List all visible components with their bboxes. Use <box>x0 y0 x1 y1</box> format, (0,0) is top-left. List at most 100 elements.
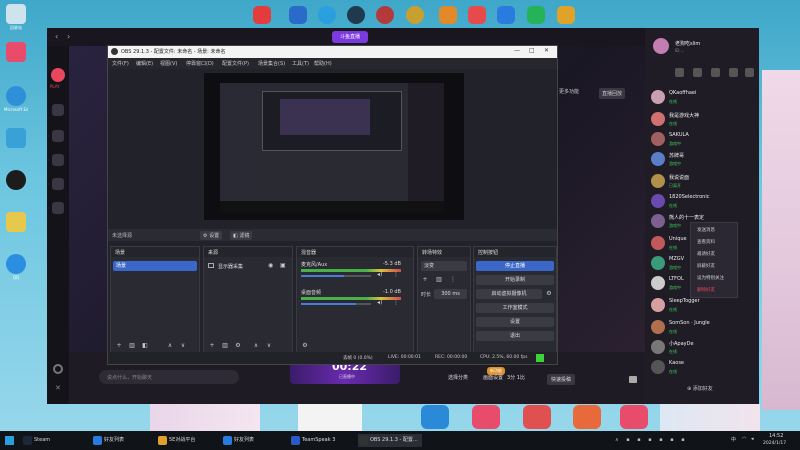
move-up-icon[interactable]: ∧ <box>166 342 174 350</box>
friend-list-item[interactable]: SomSon · Jungle 在线 <box>651 318 755 338</box>
app-icon[interactable] <box>376 6 394 24</box>
dock-app-icon[interactable] <box>573 405 601 429</box>
transition-select[interactable]: 淡变 <box>421 261 467 271</box>
source-filter-button[interactable]: ◧ 滤镜 <box>230 231 253 240</box>
move-down-icon[interactable]: ∨ <box>179 342 187 350</box>
obs-menu-item[interactable]: 编辑(E) <box>136 60 153 67</box>
app-icon[interactable] <box>557 6 575 24</box>
quick-post-button[interactable]: 快速投稿 <box>547 374 576 385</box>
taskbar-item[interactable]: Steam <box>22 434 50 447</box>
sidebar-nav-icon[interactable] <box>52 154 64 166</box>
move-down-icon[interactable]: ∨ <box>265 342 273 350</box>
replay-button[interactable]: 直播回放 <box>599 88 626 99</box>
settings-icon[interactable] <box>53 364 63 374</box>
friend-list-item[interactable]: 1820Selectronic 在线 <box>651 192 755 212</box>
scene-item[interactable]: 场景 <box>113 261 197 271</box>
studio-mode-button[interactable]: 工作室模式 <box>476 303 554 313</box>
desktop-icon-recycle-bin[interactable]: 回收站 <box>4 4 28 31</box>
tray-app-icon[interactable]: ▪ <box>637 437 640 443</box>
wifi-icon[interactable]: ◠ <box>742 436 746 442</box>
friend-list-item[interactable]: QKaoffhaei 在线 <box>651 88 755 108</box>
friend-list-item[interactable]: 小ApayDe 在线 <box>651 338 755 358</box>
chat-toggle-icon[interactable] <box>629 376 637 383</box>
host-chat-input[interactable]: 说点什么，开始聊天 <box>99 370 239 384</box>
sidebar-nav-icon[interactable] <box>52 104 64 116</box>
friend-list-item[interactable]: 我说说面 已离开 <box>651 172 755 192</box>
input-language[interactable]: 中 <box>731 436 736 443</box>
user-avatar[interactable] <box>653 38 669 54</box>
start-button[interactable] <box>5 436 14 445</box>
lock-icon[interactable]: ▣ <box>280 262 286 269</box>
tray-app-icon[interactable]: ▪ <box>670 437 673 443</box>
obs-menu-item[interactable]: 文件(F) <box>112 60 129 67</box>
virtual-camera-button[interactable]: 启动虚拟摄像机 <box>476 289 542 299</box>
volume-slider[interactable] <box>301 275 345 277</box>
context-menu-item[interactable]: 删除好友 <box>697 287 715 293</box>
host-forward-icon[interactable]: › <box>67 32 70 41</box>
dock-app-icon[interactable] <box>421 405 449 429</box>
context-menu-item[interactable]: 邀请好友 <box>697 251 715 257</box>
friend-list-item[interactable]: 苏牌哥 游戏中 <box>651 150 755 170</box>
desktop-icon-app[interactable] <box>4 128 28 148</box>
source-settings-button[interactable]: ⚙ 设置 <box>200 231 223 240</box>
app-icon[interactable] <box>527 6 545 24</box>
remove-transition-icon[interactable]: ▥ <box>435 276 443 284</box>
mute-icon[interactable]: ◂) <box>377 271 382 278</box>
taskbar-item[interactable]: 好友列表 <box>222 434 254 447</box>
dock-app-icon[interactable] <box>620 405 648 429</box>
screen-settings-button[interactable]: 画面设置 <box>483 374 503 381</box>
app-icon[interactable] <box>253 6 271 24</box>
taskbar-item[interactable]: OBS 29.1.3 - 配置... <box>358 434 422 447</box>
track-menu-icon[interactable]: ⋮ <box>393 271 399 278</box>
panel-icon[interactable] <box>729 68 738 77</box>
dock-app-icon[interactable] <box>472 405 500 429</box>
panel-icon[interactable] <box>711 68 720 77</box>
taskbar-item[interactable]: 5E对战平台 <box>157 434 195 447</box>
desktop-icon-qq[interactable]: QQ <box>4 254 28 280</box>
app-icon[interactable] <box>439 6 457 24</box>
mixer-settings-icon[interactable]: ⚙ <box>301 342 309 350</box>
add-transition-icon[interactable]: + <box>421 276 429 284</box>
panel-icon[interactable] <box>675 68 684 77</box>
stop-streaming-button[interactable]: 停止直播 <box>476 261 554 271</box>
dock-app-icon[interactable] <box>523 405 551 429</box>
add-source-icon[interactable]: + <box>208 342 216 350</box>
friend-list-item[interactable]: SAKULA 游戏中 <box>651 130 755 150</box>
play-icon[interactable] <box>51 68 65 82</box>
taskbar-item[interactable]: 好友列表 <box>92 434 124 447</box>
taskbar-item[interactable]: TeamSpeak 3 <box>290 434 335 447</box>
obs-menu-item[interactable]: 视图(V) <box>160 60 177 67</box>
clock-time[interactable]: 14:52 <box>769 433 783 439</box>
remove-source-icon[interactable]: ▥ <box>221 342 229 350</box>
start-recording-button[interactable]: 开始录制 <box>476 275 554 285</box>
visibility-icon[interactable]: ◉ <box>268 262 273 269</box>
tray-app-icon[interactable]: ▪ <box>681 437 684 443</box>
obs-menu-item[interactable]: 场景集合(S) <box>258 60 285 67</box>
desktop-icon-edge[interactable]: Microsoft Edge <box>4 86 28 112</box>
minimize-button[interactable]: — <box>514 47 520 54</box>
duration-input[interactable]: 300 ms <box>434 289 467 299</box>
sidebar-nav-icon[interactable] <box>52 178 64 190</box>
app-icon[interactable] <box>497 6 515 24</box>
maximize-button[interactable]: □ <box>529 47 535 54</box>
word-icon[interactable] <box>289 6 307 24</box>
context-menu-item[interactable]: 屏蔽好友 <box>697 263 715 269</box>
move-up-icon[interactable]: ∧ <box>252 342 260 350</box>
tray-app-icon[interactable]: ▪ <box>648 437 651 443</box>
transition-menu-icon[interactable]: ⋮ <box>449 276 457 284</box>
panel-icon[interactable] <box>693 68 702 77</box>
settings-button[interactable]: 设置 <box>476 317 554 327</box>
app-icon[interactable] <box>406 6 424 24</box>
volume-icon[interactable]: ◂ <box>751 436 754 442</box>
app-icon[interactable] <box>347 6 365 24</box>
panel-icon[interactable] <box>745 68 754 77</box>
scene-filter-icon[interactable]: ◧ <box>141 342 149 350</box>
context-menu-item[interactable]: 设为特别关注 <box>697 275 724 281</box>
category-button[interactable]: 选择分类 <box>448 374 468 381</box>
obs-menu-item[interactable]: 停靠窗口(D) <box>186 60 214 67</box>
desktop-icon-gaming[interactable] <box>4 170 28 190</box>
source-props-icon[interactable]: ⚙ <box>234 342 242 350</box>
mute-icon[interactable]: ◂) <box>377 299 382 306</box>
app-icon[interactable] <box>318 6 336 24</box>
friend-list-item[interactable]: Kaose 在线 <box>651 358 755 378</box>
